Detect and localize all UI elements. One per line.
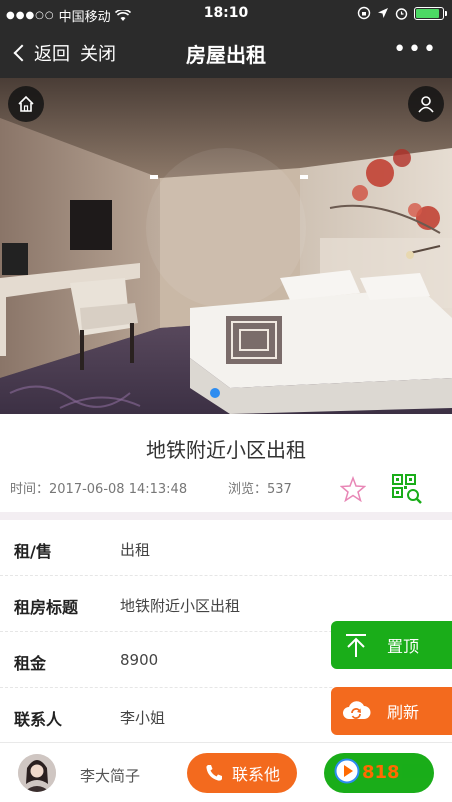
listing-info: 地铁附近小区出租 时间：2017-06-08 14:13:48 浏览：537 [0,414,452,512]
post-time: 时间：2017-06-08 14:13:48 [10,478,187,497]
more-menu-button[interactable]: ••• [393,39,438,61]
listing-title: 地铁附近小区出租 [146,438,306,462]
call-button-label: 联系他 [231,765,280,784]
cloud-refresh-icon [331,698,381,724]
detail-value: 8900 [120,651,159,669]
section-divider [0,512,452,520]
author-name: 李大简子 [80,767,141,785]
profile-button[interactable] [408,86,444,122]
home-icon [18,95,34,112]
detail-value: 李小姐 [120,709,166,727]
refresh-label: 刷新 [387,703,420,722]
location-icon [378,8,388,18]
qr-code-icon[interactable] [392,474,422,504]
svg-text:818: 818 [362,762,400,782]
view-count-value: 537 [267,482,292,497]
chevron-left-icon [13,44,31,62]
listing-photo-carousel[interactable] [0,78,452,414]
refresh-button[interactable]: 刷新 [331,687,452,735]
pin-to-top-button[interactable]: 置顶 [331,621,452,669]
pin-to-top-label: 置顶 [387,637,420,656]
avatar[interactable] [18,754,56,792]
detail-value: 地铁附近小区出租 [120,597,241,615]
close-button[interactable]: 关闭 [80,40,116,66]
rotation-lock-icon [357,6,371,20]
detail-label: 租金 [14,654,47,673]
phone-icon [206,765,222,781]
detail-label: 联系人 [14,710,63,729]
post-time-value: 2017-06-08 14:13:48 [49,482,188,497]
carousel-indicator[interactable] [210,388,220,398]
hotel-room-photo [0,78,452,414]
nav-bar: 返回 关闭 房屋出租 ••• [0,28,452,78]
call-button[interactable]: 联系他 [187,753,297,793]
back-button[interactable]: 返回 [12,40,70,66]
view-count: 浏览：537 [228,478,292,497]
arrow-up-icon [331,631,381,659]
view-count-label: 浏览： [228,482,268,497]
home-button[interactable] [8,86,44,122]
battery-icon [414,6,447,20]
post-time-label: 时间： [10,482,50,497]
detail-value: 出租 [120,541,151,559]
site-watermark-logo: 818 [334,758,432,784]
detail-label: 租房标题 [14,598,79,617]
back-label: 返回 [34,44,70,65]
detail-label: 租/售 [14,542,52,561]
status-bar: ●●●○○ 中国移动 18:10 [0,0,452,28]
user-icon [418,96,434,113]
detail-row-type: 租/售 出租 [0,520,452,576]
alarm-icon [395,7,408,20]
favorite-star-icon[interactable] [340,476,366,502]
